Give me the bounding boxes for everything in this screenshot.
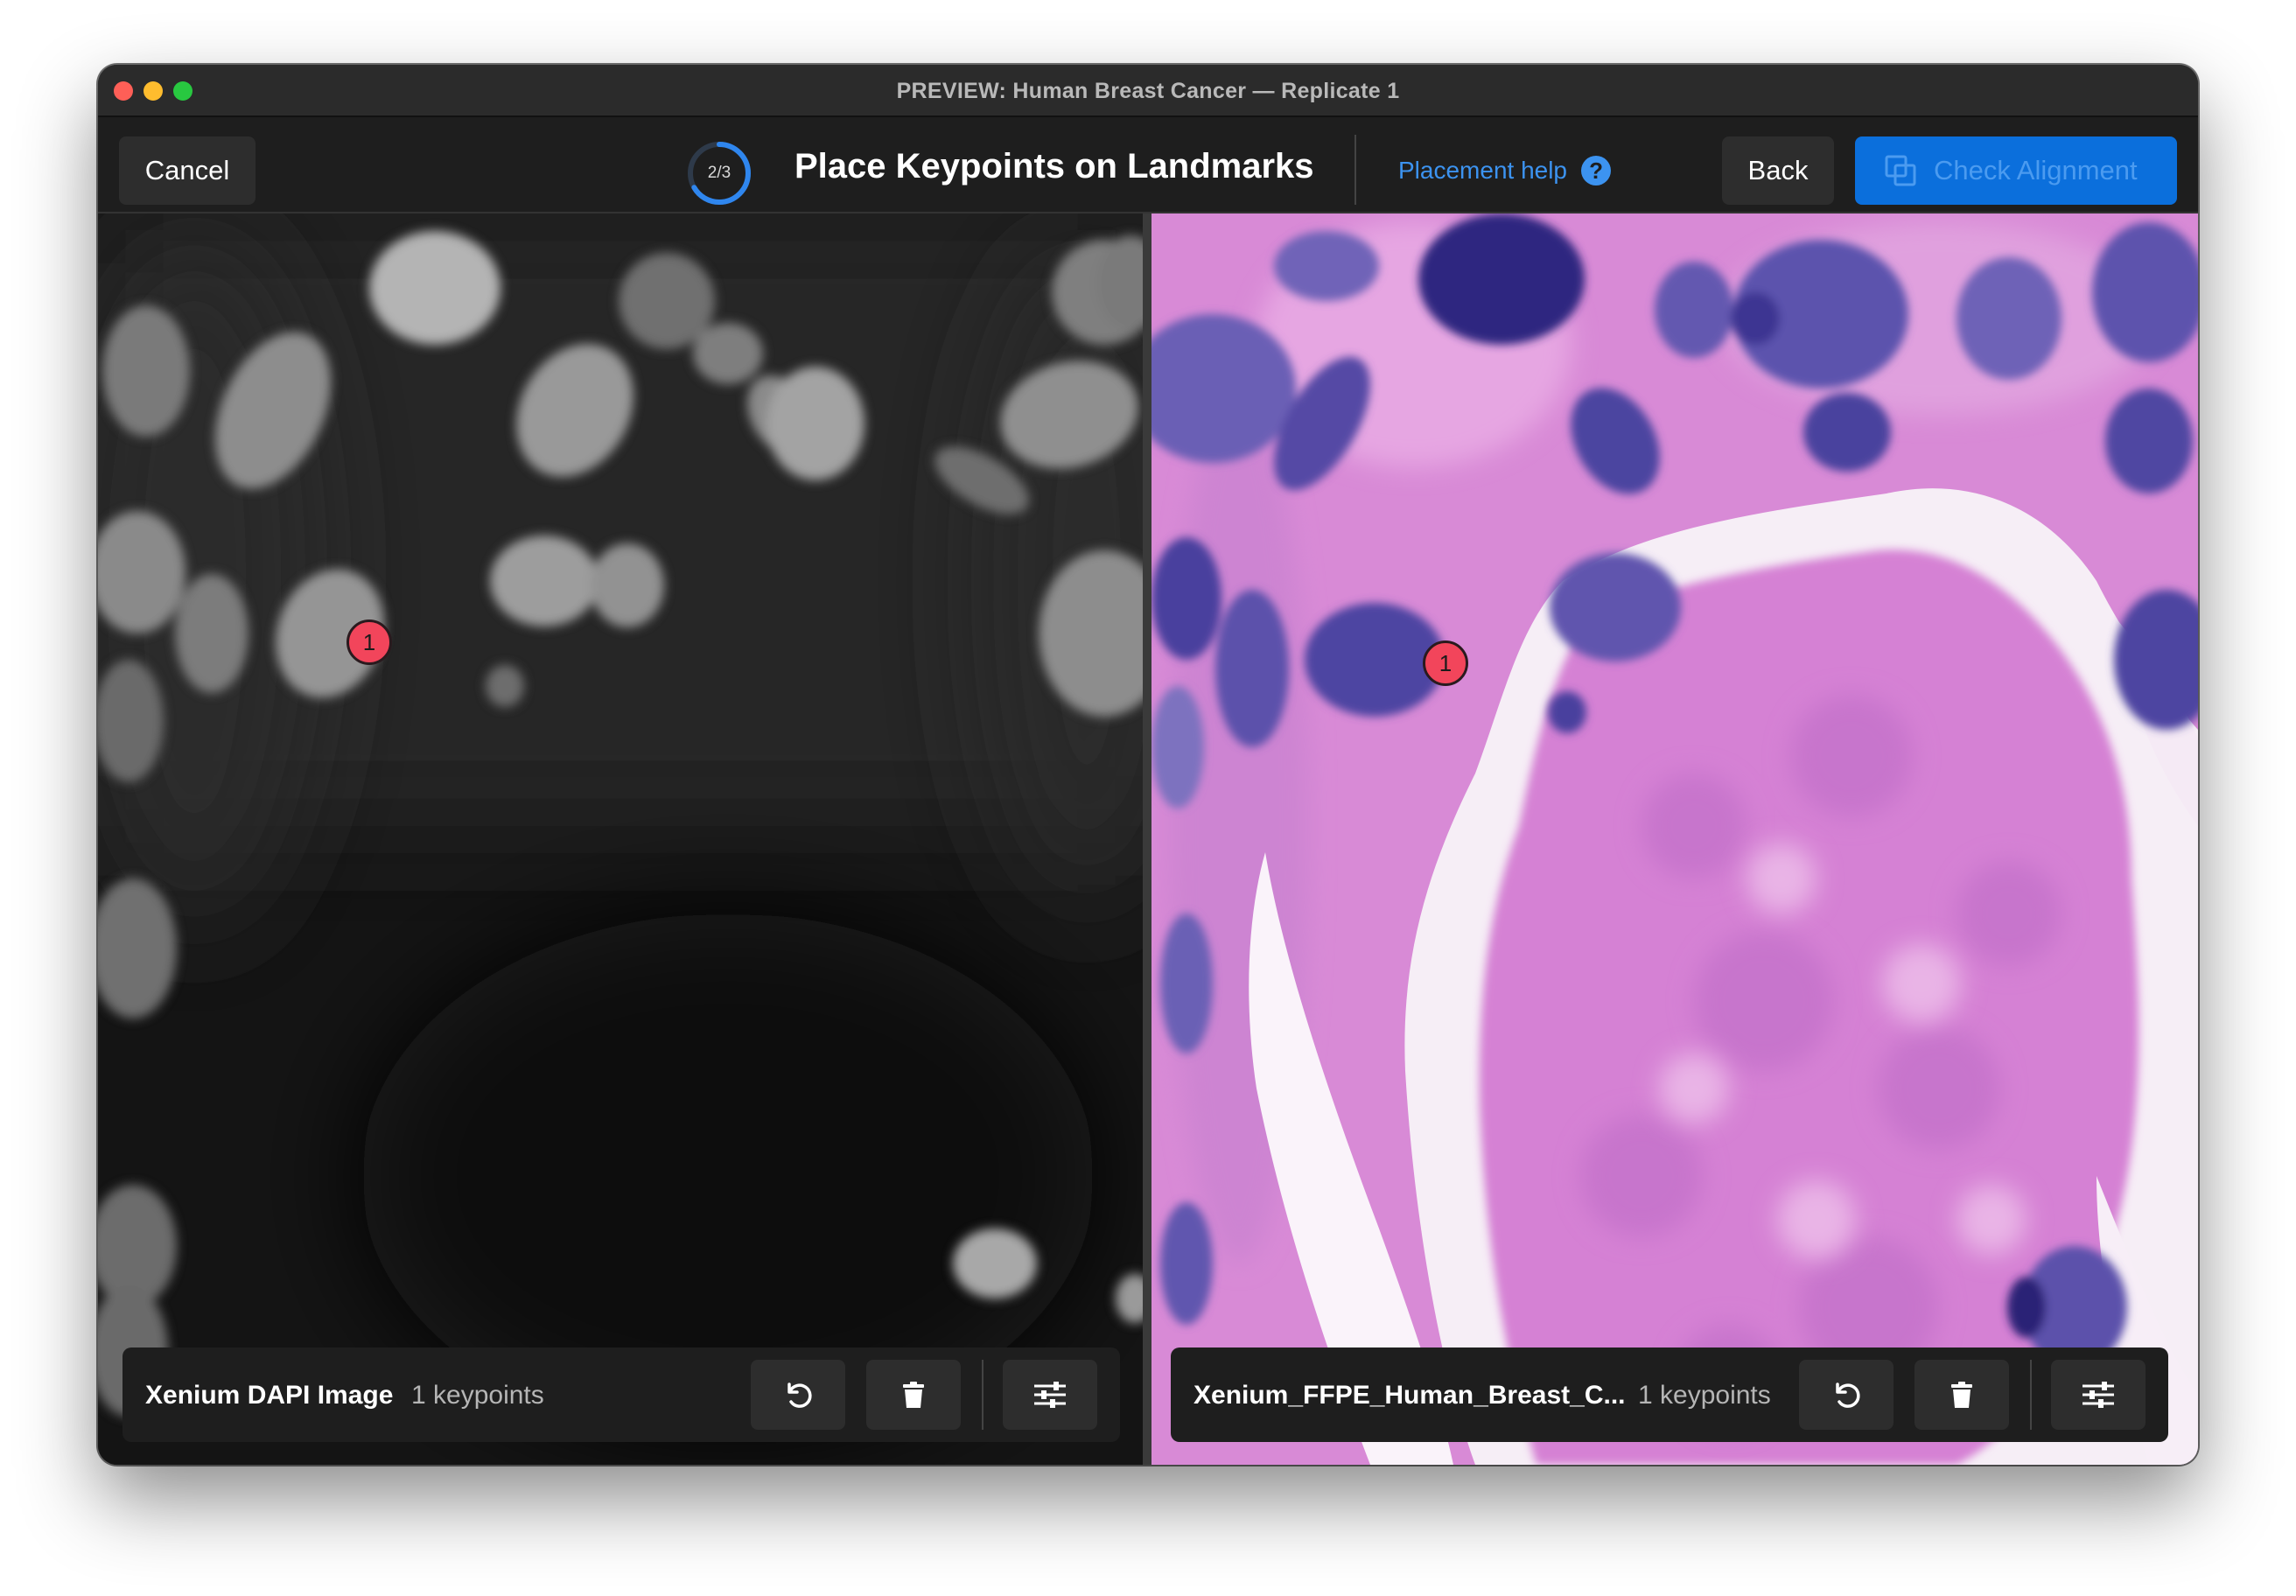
keypoint-marker[interactable]: 1 [1423, 640, 1468, 686]
undo-icon [788, 1382, 812, 1408]
check-alignment-label: Check Alignment [1934, 155, 2138, 186]
toolbar-divider [1354, 135, 1356, 205]
placement-help-label: Placement help [1398, 157, 1568, 184]
toolbar-separator [982, 1360, 984, 1430]
cancel-button[interactable]: Cancel [119, 136, 256, 205]
page-title: Place Keypoints on Landmarks [794, 147, 1314, 186]
image-name-label: Xenium DAPI Image [145, 1381, 394, 1410]
step-label: 2/3 [707, 164, 732, 182]
pane-divider[interactable] [1143, 214, 1152, 1465]
check-alignment-button[interactable]: Check Alignment [1855, 136, 2177, 205]
dapi-image [98, 214, 1143, 1465]
trash-icon [1951, 1382, 1972, 1408]
toolbar-separator [2030, 1360, 2032, 1430]
keypoint-marker[interactable]: 1 [346, 620, 392, 665]
step-progress-indicator: 2/3 [684, 138, 754, 208]
trash-icon [903, 1382, 924, 1408]
dapi-info-bar: Xenium DAPI Image 1 keypoints [122, 1348, 1120, 1442]
adjust-settings-button[interactable] [2051, 1360, 2146, 1430]
delete-button[interactable] [866, 1360, 961, 1430]
title-bar: PREVIEW: Human Breast Cancer — Replicate… [98, 65, 2198, 117]
app-window: PREVIEW: Human Breast Cancer — Replicate… [98, 65, 2198, 1465]
back-button[interactable]: Back [1722, 136, 1834, 205]
keypoint-count-label: 1 keypoints [1638, 1381, 1771, 1410]
question-circle-icon: ? [1581, 156, 1612, 186]
he-image-viewer[interactable]: 1 Xenium_FFPE_Human_Breast_C... 1 keypoi… [1152, 214, 2198, 1465]
overlap-squares-icon [1885, 155, 1916, 186]
keypoint-count-label: 1 keypoints [411, 1381, 544, 1410]
he-info-bar: Xenium_FFPE_Human_Breast_C... 1 keypoint… [1171, 1348, 2168, 1442]
window-title: PREVIEW: Human Breast Cancer — Replicate… [896, 79, 1400, 103]
undo-icon [1836, 1382, 1860, 1408]
image-name-label: Xenium_FFPE_Human_Breast_C... [1194, 1381, 1626, 1410]
he-image [1152, 214, 2198, 1465]
dapi-image-viewer[interactable]: 1 Xenium DAPI Image 1 keypoints [98, 214, 1143, 1465]
toolbar: Cancel 2/3 Place Keypoints on Landmarks … [98, 117, 2198, 214]
undo-button[interactable] [1799, 1360, 1894, 1430]
placement-help-link[interactable]: Placement help ? [1398, 156, 1612, 186]
adjust-settings-button[interactable] [1003, 1360, 1097, 1430]
delete-button[interactable] [1914, 1360, 2009, 1430]
sliders-icon [2082, 1382, 2114, 1408]
undo-button[interactable] [751, 1360, 845, 1430]
sliders-icon [1034, 1382, 1066, 1408]
